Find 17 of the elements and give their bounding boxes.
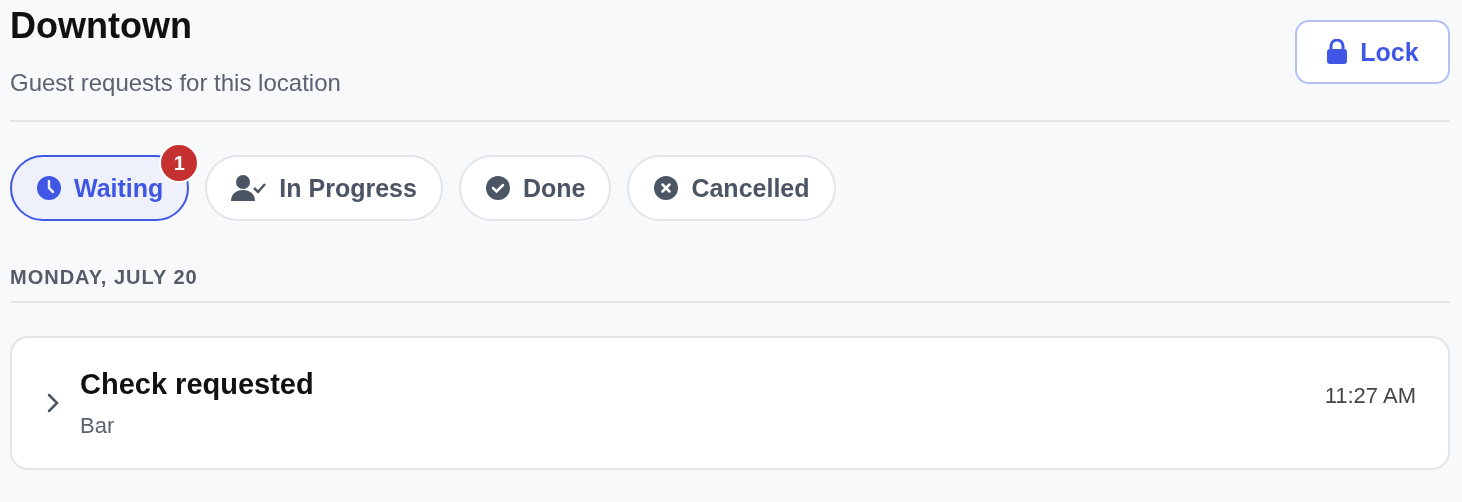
person-check-icon [231,174,268,202]
page-title: Downtown [10,4,193,48]
request-card[interactable]: Check requested Bar 11:27 AM [10,336,1450,470]
clock-icon [36,175,62,201]
status-tab[interactable]: Cancelled [627,155,836,221]
status-tab[interactable]: Done [458,155,612,221]
request-location: Bar [80,412,116,439]
cross-circle-icon [653,175,680,201]
lock-icon [1326,39,1349,65]
count-badge: 1 [159,143,200,183]
check-circle-icon [484,175,511,201]
lock-button[interactable]: Lock [1295,20,1450,84]
request-title: Check requested [80,367,315,401]
request-time: 11:27 AM [1324,383,1416,409]
status-tab[interactable]: In Progress [205,155,443,221]
page-subtitle: Guest requests for this location [10,68,341,98]
date-heading: MONDAY, JULY 20 [10,266,199,289]
